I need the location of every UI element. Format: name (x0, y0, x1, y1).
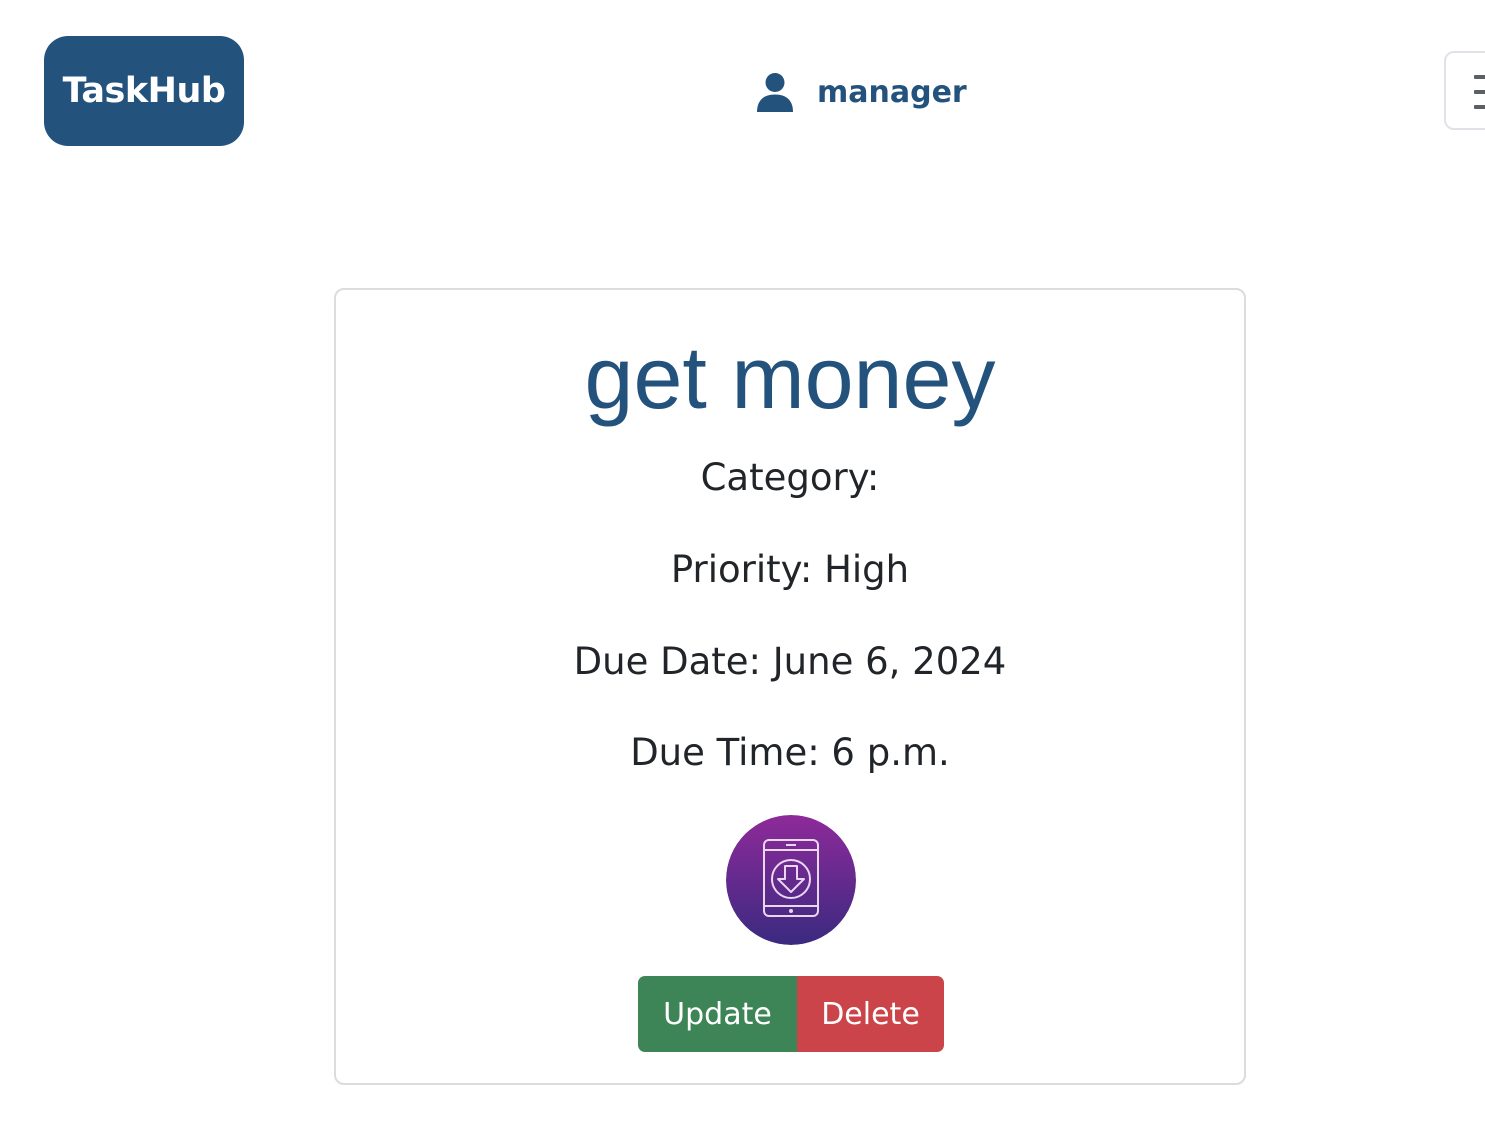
task-actions: Update Delete (638, 976, 944, 1052)
update-button[interactable]: Update (638, 976, 797, 1052)
hamburger-menu-icon (1474, 75, 1485, 109)
phone-download-icon (726, 815, 856, 945)
navbar: TaskHub manager (0, 0, 1485, 190)
menu-toggle-button[interactable] (1444, 51, 1485, 130)
user-icon (757, 73, 793, 112)
task-title: get money (584, 328, 996, 427)
username-label: manager (817, 74, 967, 110)
task-due-date: Due Date: June 6, 2024 (573, 640, 1007, 683)
delete-button[interactable]: Delete (797, 976, 944, 1052)
task-priority: Priority: High (670, 548, 910, 591)
brand-logo[interactable]: TaskHub (44, 36, 244, 146)
task-card: get money Category: Priority: High Due D… (334, 288, 1246, 1085)
task-due-time: Due Time: 6 p.m. (630, 731, 950, 774)
task-category: Category: (700, 456, 880, 499)
user-menu[interactable]: manager (755, 68, 967, 116)
task-image (726, 815, 856, 945)
